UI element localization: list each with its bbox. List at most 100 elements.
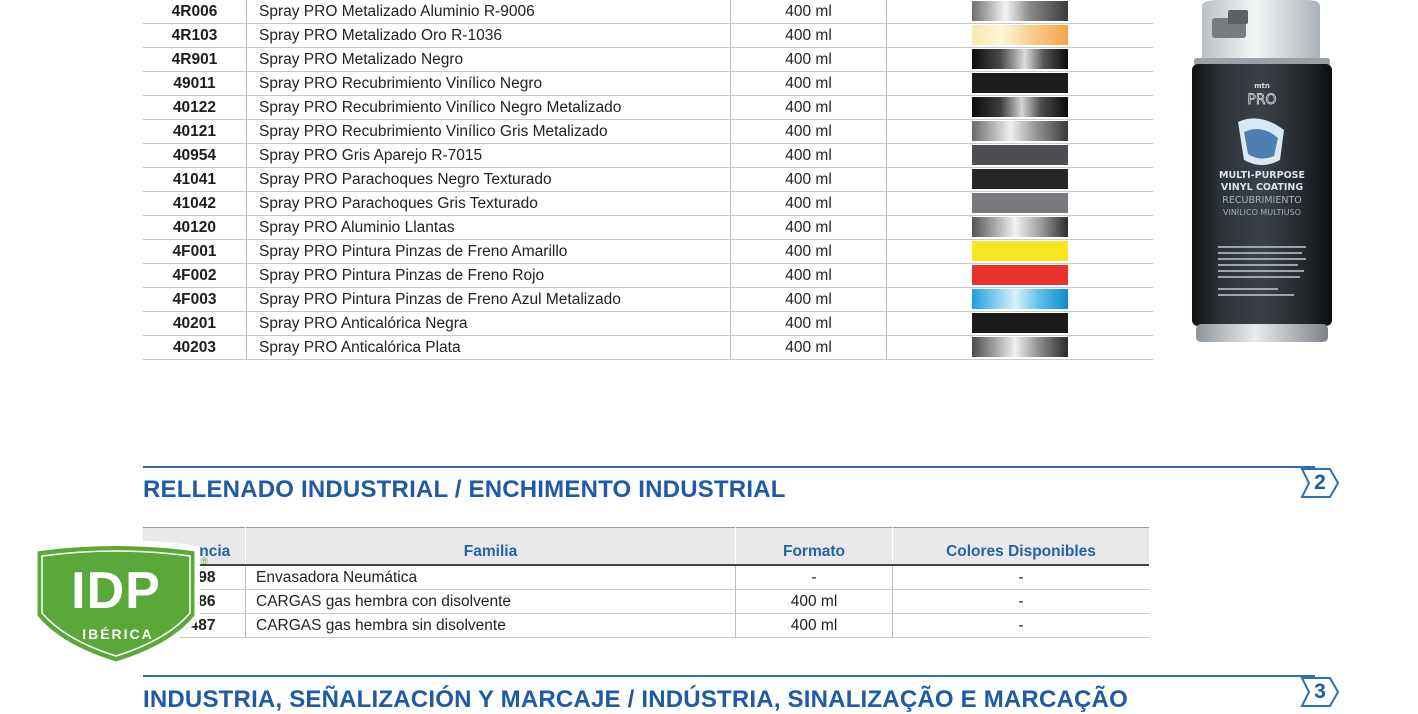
color-swatch xyxy=(972,289,1068,310)
table-row: 4R103 Spray PRO Metalizado Oro R-1036 400 … xyxy=(143,23,1153,49)
row-reference: 40954 xyxy=(143,143,247,169)
table-row: 40121 Spray PRO Recubrimiento Vinílico Gr… xyxy=(143,119,1153,145)
color-swatch xyxy=(972,25,1068,46)
table-row: 09487 CARGAS gas hembra sin disolvente 4… xyxy=(143,613,1149,638)
row-color-cell xyxy=(886,335,1153,361)
section-3-number-badge: 3 xyxy=(1300,676,1340,708)
table-row: 09486 CARGAS gas hembra con disolvente 4… xyxy=(143,589,1149,614)
color-swatch xyxy=(972,169,1068,190)
row-color-cell xyxy=(886,143,1153,169)
color-swatch xyxy=(972,265,1068,286)
row-color-cell xyxy=(886,23,1153,49)
color-swatch xyxy=(972,1,1068,22)
table-row: 4R901 Spray PRO Metalizado Negro 400 ml xyxy=(143,47,1153,73)
row-reference: 4F002 xyxy=(143,263,247,289)
table-row: 40954 Spray PRO Gris Aparejo R-7015 400 ml xyxy=(143,143,1153,169)
table-row: 40122 Spray PRO Recubrimiento Vinílico Ne… xyxy=(143,95,1153,121)
row-family: Spray PRO Pintura Pinzas de Freno Azul M… xyxy=(246,287,731,313)
row-format: 400 ml xyxy=(735,613,893,638)
can-label-4: VINÍLICO MULTIUSO xyxy=(1223,206,1301,217)
row-colors: - xyxy=(892,589,1149,614)
row-reference: 4F001 xyxy=(143,239,247,265)
table-row: 40203 Spray PRO Anticalórica Plata 400 ml xyxy=(143,335,1153,361)
row-family: Spray PRO Anticalórica Plata xyxy=(246,335,731,361)
row-reference: 40201 xyxy=(143,311,247,337)
row-family: Spray PRO Metalizado Oro R-1036 xyxy=(246,23,731,49)
row-format: 400 ml xyxy=(730,263,887,289)
row-color-cell xyxy=(886,47,1153,73)
row-family: Spray PRO Parachoques Gris Texturado xyxy=(246,191,731,217)
row-format: 400 ml xyxy=(730,143,887,169)
color-swatch xyxy=(972,121,1068,142)
table-row: 4F001 Spray PRO Pintura Pinzas de Freno A… xyxy=(143,239,1153,265)
color-swatch xyxy=(972,313,1068,334)
color-swatch xyxy=(972,73,1068,94)
color-swatch xyxy=(972,145,1068,166)
table-row: 41041 Spray PRO Parachoques Negro Textura… xyxy=(143,167,1153,193)
row-format: 400 ml xyxy=(730,191,887,217)
table-row: 4R006 Spray PRO Metalizado Aluminio R-900… xyxy=(143,0,1153,25)
row-color-cell xyxy=(886,287,1153,313)
row-reference: 4R901 xyxy=(143,47,247,73)
row-format: 400 ml xyxy=(730,95,887,121)
row-format: 400 ml xyxy=(730,71,887,97)
color-swatch xyxy=(972,217,1068,238)
row-colors: - xyxy=(892,565,1149,590)
logo-subtext: IBÉRICA xyxy=(82,626,154,642)
color-swatch xyxy=(972,97,1068,118)
row-color-cell xyxy=(886,0,1153,25)
row-reference: 4R103 xyxy=(143,23,247,49)
section-2-rule xyxy=(143,466,1315,468)
row-family: Spray PRO Recubrimiento Vinílico Gris Me… xyxy=(246,119,731,145)
row-family: Spray PRO Pintura Pinzas de Freno Rojo xyxy=(246,263,731,289)
color-swatch xyxy=(972,49,1068,70)
row-family: CARGAS gas hembra con disolvente xyxy=(245,589,736,614)
header-format: Formato xyxy=(735,527,893,566)
table-row: 41042 Spray PRO Parachoques Gris Texturad… xyxy=(143,191,1153,217)
row-family: Spray PRO Aluminio Llantas xyxy=(246,215,731,241)
can-line: PRO xyxy=(1247,92,1276,108)
row-reference: 40120 xyxy=(143,215,247,241)
color-swatch xyxy=(972,337,1068,358)
row-family: Spray PRO Metalizado Aluminio R-9006 xyxy=(246,0,731,25)
header-family: Familia xyxy=(245,527,736,566)
row-format: 400 ml xyxy=(730,23,887,49)
row-format: 400 ml xyxy=(730,239,887,265)
can-label-3: RECUBRIMIENTO xyxy=(1222,195,1302,206)
row-format: 400 ml xyxy=(735,589,893,614)
spray-can-image: mtn PRO MULTI-PURPOSE VINYL COATING RECU… xyxy=(1192,0,1332,342)
section-2-number-badge: 2 xyxy=(1300,467,1340,499)
row-reference: 49011 xyxy=(143,71,247,97)
row-family: Spray PRO Recubrimiento Vinílico Negro M… xyxy=(246,95,731,121)
row-reference: 4F003 xyxy=(143,287,247,313)
header-colors: Colores Disponibles xyxy=(892,527,1149,566)
row-reference: 41042 xyxy=(143,191,247,217)
row-family: Spray PRO Pintura Pinzas de Freno Amaril… xyxy=(246,239,731,265)
table-row: 09498 Envasadora Neumática - - xyxy=(143,565,1149,590)
can-label-1: MULTI-PURPOSE xyxy=(1219,170,1305,181)
table-row: 49011 Spray PRO Recubrimiento Vinílico Ne… xyxy=(143,71,1153,97)
section-3-title: INDUSTRIA, SEÑALIZACIÓN Y MARCAJE / INDÚ… xyxy=(143,686,1128,713)
row-format: 400 ml xyxy=(730,287,887,313)
row-reference: 41041 xyxy=(143,167,247,193)
refill-table: Referencia Familia Formato Colores Dispo… xyxy=(143,527,1149,638)
row-color-cell xyxy=(886,191,1153,217)
row-family: CARGAS gas hembra sin disolvente xyxy=(245,613,736,638)
row-format: 400 ml xyxy=(730,0,887,25)
row-format: 400 ml xyxy=(730,311,887,337)
can-brand: mtn xyxy=(1254,82,1270,90)
registered-mark: ® xyxy=(201,556,208,566)
row-family: Spray PRO Parachoques Negro Texturado xyxy=(246,167,731,193)
row-color-cell xyxy=(886,71,1153,97)
table-row: 4F003 Spray PRO Pintura Pinzas de Freno A… xyxy=(143,287,1153,313)
section-2-number: 2 xyxy=(1314,471,1326,494)
row-format: 400 ml xyxy=(730,167,887,193)
table-row: 40201 Spray PRO Anticalórica Negra 400 ml xyxy=(143,311,1153,337)
row-reference: 40203 xyxy=(143,335,247,361)
row-format: - xyxy=(735,565,893,590)
product-table-body: 4R006 Spray PRO Metalizado Aluminio R-900… xyxy=(143,0,1153,361)
logo-text: IDP xyxy=(71,562,161,620)
row-color-cell xyxy=(886,311,1153,337)
row-format: 400 ml xyxy=(730,335,887,361)
row-color-cell xyxy=(886,119,1153,145)
